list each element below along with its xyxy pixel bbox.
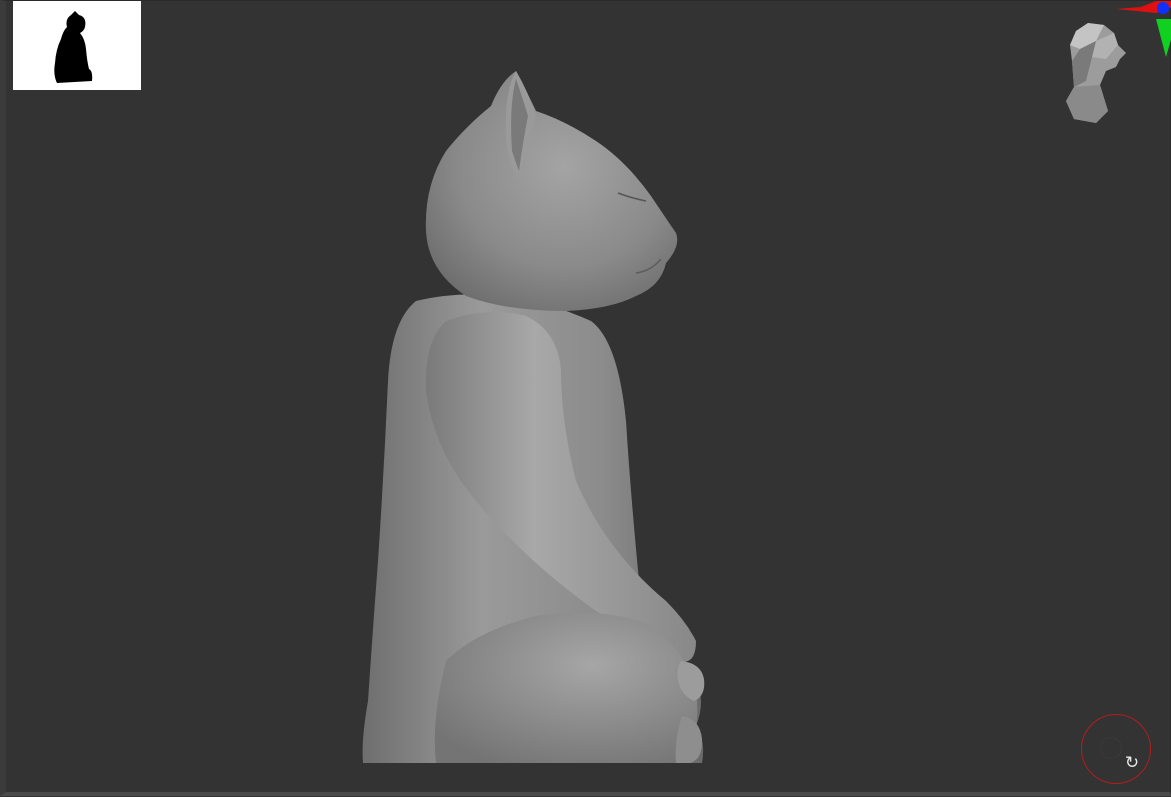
3d-viewport[interactable]: ↻ bbox=[0, 0, 1171, 796]
gizmo-inner-ring bbox=[1100, 737, 1122, 759]
cat-sculpt-model[interactable] bbox=[6, 1, 1171, 797]
nav-head-icon[interactable] bbox=[1056, 1, 1171, 131]
rotate-gizmo[interactable]: ↻ bbox=[1081, 714, 1151, 784]
rotate-icon[interactable]: ↻ bbox=[1122, 753, 1142, 773]
cat-head bbox=[425, 71, 678, 311]
